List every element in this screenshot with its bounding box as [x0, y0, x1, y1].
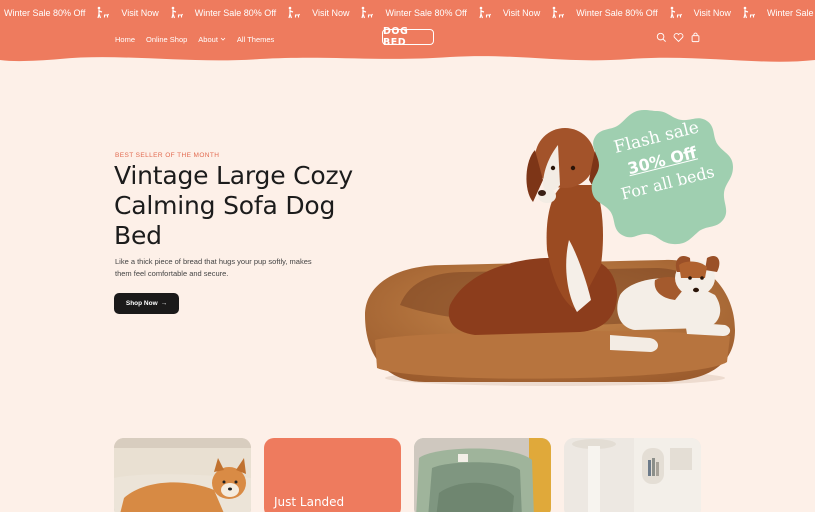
- hero-eyebrow: BEST SELLER OF THE MONTH: [115, 152, 220, 159]
- chevron-down-icon: [220, 37, 226, 41]
- main-nav: Home Online Shop About All Themes: [115, 26, 274, 52]
- marquee-item[interactable]: Visit Now: [689, 8, 736, 18]
- hero-title: Vintage Large Cozy Calming Sofa Dog Bed: [114, 161, 354, 250]
- marquee-text: Visit Now: [502, 8, 541, 18]
- marquee-text: Visit Now: [312, 8, 350, 18]
- announcement-marquee: Winter Sale 80% Off Visit Now Winter Sal…: [0, 0, 815, 26]
- header-wave: [0, 50, 815, 62]
- dog-walk-icon: [552, 6, 565, 19]
- nav-about-label: About: [198, 34, 218, 44]
- marquee-text: Winter Sale: [766, 8, 814, 18]
- heart-icon[interactable]: [673, 32, 684, 43]
- hero-description: Like a thick piece of bread that hugs yo…: [115, 257, 312, 278]
- bag-icon[interactable]: [690, 32, 701, 43]
- marquee-item[interactable]: Winter Sale: [762, 8, 815, 18]
- search-icon[interactable]: [656, 32, 667, 43]
- dog-walk-icon: [171, 6, 183, 19]
- nav-online-shop[interactable]: Online Shop: [146, 35, 187, 44]
- site-header: Home Online Shop About All Themes DOG BE…: [0, 26, 815, 52]
- marquee-text: Winter Sale 80% Off: [194, 8, 277, 18]
- marquee-text: Winter Sale 80% Off: [4, 8, 86, 18]
- card-image-green-bed: [414, 438, 551, 512]
- dog-walk-icon: [479, 6, 491, 19]
- category-card-just-landed[interactable]: Just Landed: [264, 438, 401, 512]
- marquee-text: Winter Sale 80% Off: [576, 8, 658, 18]
- marquee-text: Visit Now: [121, 8, 159, 18]
- marquee-text: Winter Sale 80% Off: [385, 8, 467, 18]
- nav-about[interactable]: About: [198, 35, 226, 44]
- card-image-interior: [564, 438, 701, 512]
- marquee-item[interactable]: Winter Sale 80% Off: [190, 8, 281, 18]
- marquee-item[interactable]: Winter Sale 80% Off: [380, 8, 471, 18]
- brand-logo[interactable]: DOG BED: [382, 26, 434, 48]
- nav-home[interactable]: Home: [115, 35, 135, 44]
- shop-now-button[interactable]: Shop Now →: [114, 293, 179, 314]
- nav-all-themes[interactable]: All Themes: [237, 35, 274, 44]
- card-title-just-landed: Just Landed: [274, 495, 345, 509]
- dog-walk-icon: [97, 6, 110, 19]
- category-card-interior[interactable]: [564, 438, 701, 512]
- arrow-right-icon: →: [160, 300, 168, 307]
- card-image-shiba: [114, 438, 251, 512]
- dog-walk-icon: [361, 6, 374, 19]
- marquee-text: Visit Now: [693, 8, 731, 18]
- shop-now-label: Shop Now: [125, 300, 158, 307]
- dog-walk-icon: [288, 6, 301, 19]
- header-actions: [656, 32, 701, 43]
- marquee-item[interactable]: Visit Now: [498, 8, 545, 18]
- category-card-green-bed[interactable]: [414, 438, 551, 512]
- marquee-item[interactable]: Visit Now: [307, 8, 354, 18]
- category-card-shiba[interactable]: [114, 438, 251, 512]
- marquee-item[interactable]: Winter Sale 80% Off: [0, 8, 90, 18]
- marquee-item[interactable]: Winter Sale 80% Off: [571, 8, 662, 18]
- dog-walk-icon: [743, 6, 755, 19]
- dog-walk-icon: [669, 6, 682, 19]
- marquee-item[interactable]: Visit Now: [116, 8, 163, 18]
